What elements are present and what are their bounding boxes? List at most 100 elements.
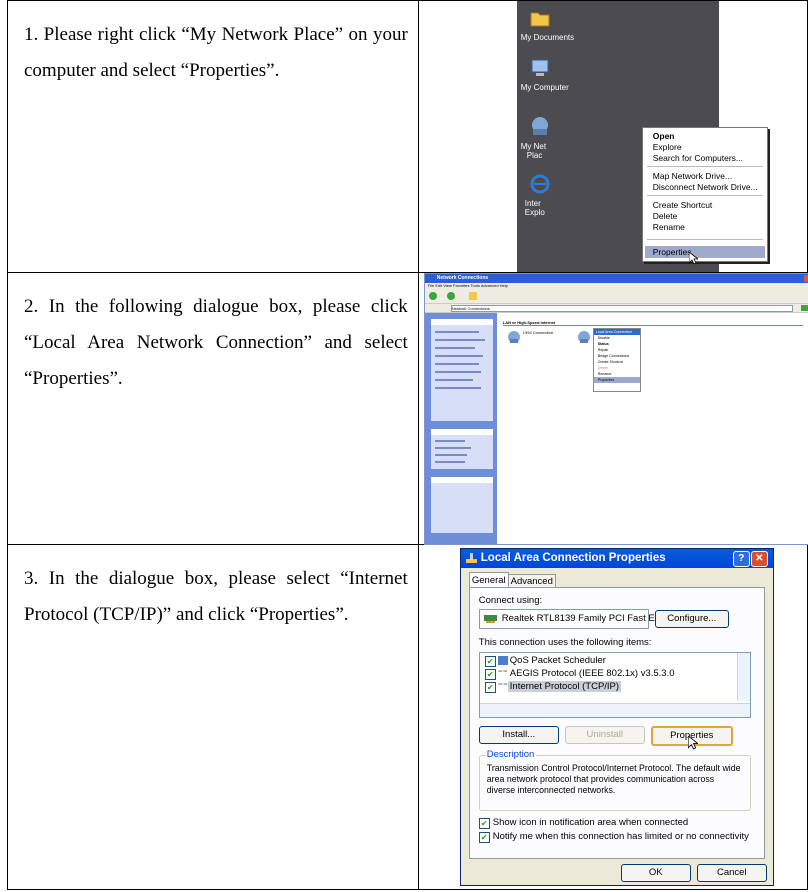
step-1-text: 1. Please right click “My Network Place”…: [24, 24, 408, 81]
qos-checkbox[interactable]: ✔: [484, 656, 496, 667]
place-link[interactable]: [434, 454, 467, 456]
show-icon-checkbox[interactable]: ✔: [478, 818, 490, 829]
show-icon-label: Show icon in notification area when conn…: [492, 817, 689, 828]
menu-separator: [646, 239, 763, 240]
configure-button[interactable]: Configure...: [654, 610, 729, 628]
network-connection-icon: [465, 553, 477, 563]
cancel-button[interactable]: Cancel: [696, 864, 767, 882]
vertical-scrollbar[interactable]: [736, 653, 750, 701]
tab-general[interactable]: General: [468, 572, 509, 588]
window-titlebar: Network Connections: [424, 274, 808, 283]
connection-icon[interactable]: [507, 330, 521, 344]
tcpip-item[interactable]: Internet Protocol (TCP/IP): [507, 681, 622, 692]
adapter-field: Realtek RTL8139 Family PCI Fast Eth: [478, 609, 663, 629]
step-1-screenshot: My Documents My Computer My Net Plac Int…: [417, 0, 808, 273]
task-link[interactable]: [434, 355, 483, 357]
network-connections-window: Network Connections File Edit View Favor…: [423, 273, 808, 545]
toolbar: [424, 289, 808, 304]
lan-connection-icon[interactable]: [577, 330, 591, 344]
tcpip-checkbox[interactable]: ✔: [484, 682, 496, 693]
help-icon[interactable]: ?: [732, 551, 750, 567]
ie-icon: [530, 174, 550, 194]
window-title: Network Connections: [436, 275, 489, 281]
menu-separator: [646, 166, 763, 167]
task-link[interactable]: [434, 347, 475, 349]
step-3-screenshot: Local Area Connection Properties ? ✕ Gen…: [417, 544, 808, 890]
menu-explore[interactable]: Explore: [653, 142, 682, 152]
computer-icon: [531, 59, 549, 76]
place-link[interactable]: [434, 447, 471, 449]
uninstall-button[interactable]: Uninstall: [564, 726, 645, 744]
description-text: Transmission Control Protocol/Internet P…: [486, 763, 741, 795]
menu-create-shortcut[interactable]: Create Shortcut: [653, 200, 713, 210]
task-link[interactable]: [434, 387, 481, 389]
desktop-area: My Documents My Computer My Net Plac Int…: [516, 1, 768, 272]
forward-icon[interactable]: [446, 292, 455, 300]
menu-search[interactable]: Search for Computers...: [653, 153, 743, 163]
desktop-label-network: My Net: [520, 142, 547, 151]
mouse-cursor-icon: [687, 736, 698, 750]
details-panel: [430, 483, 493, 533]
network-icon: [531, 117, 548, 135]
desktop-label-ie-2: Explo: [524, 208, 545, 217]
desktop-label-ie: Inter: [524, 199, 541, 208]
place-link[interactable]: [434, 461, 465, 463]
dialog-titlebar: Local Area Connection Properties ? ✕: [460, 549, 773, 568]
network-card-icon: [483, 615, 497, 623]
step-2-text: 2. In the following dialogue box, please…: [24, 296, 408, 389]
menu-rename[interactable]: Rename: [653, 222, 685, 232]
ok-button[interactable]: OK: [620, 864, 691, 882]
up-folder-icon[interactable]: [468, 292, 477, 300]
step-1-cell: 1. Please right click “My Network Place”…: [7, 0, 419, 273]
step-2-cell: 2. In the following dialogue box, please…: [7, 272, 419, 545]
horizontal-scrollbar[interactable]: [479, 703, 750, 717]
menu-properties[interactable]: Properties: [653, 247, 692, 257]
protocol-icon: ⁼⁼: [497, 668, 508, 679]
address-field[interactable]: Network Connections: [450, 305, 793, 312]
desktop-label-documents: My Documents: [520, 33, 575, 42]
lan-context-menu: Local Area Connection Disable Status Rep…: [592, 328, 641, 392]
ctx-properties[interactable]: Properties: [593, 377, 640, 383]
menu-separator: [646, 195, 763, 196]
close-icon[interactable]: ✕: [750, 551, 768, 567]
protocol-icon: ⁼⁼: [497, 681, 508, 692]
step-2-screenshot: Network Connections File Edit View Favor…: [417, 272, 808, 545]
instructions-table: 1. Please right click “My Network Place”…: [7, 0, 808, 890]
description-label: Description: [484, 749, 537, 760]
task-sidebar: Network Tasks Other Places: [424, 313, 497, 544]
go-icon[interactable]: [800, 305, 808, 311]
items-label: This connection uses the following items…: [478, 637, 652, 648]
context-menu: Open Explore Search for Computers... Map…: [641, 127, 768, 265]
components-list: ✔ QoS Packet Scheduler ✔ ⁼⁼ AEGIS Protoc…: [478, 652, 751, 718]
mouse-cursor-icon: [688, 252, 698, 265]
desktop-label-network-2: Plac: [526, 151, 543, 160]
menu-open[interactable]: Open: [653, 131, 675, 141]
notify-checkbox[interactable]: ✔: [478, 832, 490, 843]
menu-map-drive[interactable]: Map Network Drive...: [653, 171, 732, 181]
menu-bar-text: File Edit View Favorites Tools Advanced …: [427, 283, 508, 288]
task-link[interactable]: [434, 331, 479, 333]
menu-delete[interactable]: Delete: [653, 211, 678, 221]
task-link[interactable]: [434, 363, 479, 365]
qos-item[interactable]: QoS Packet Scheduler: [510, 655, 606, 666]
connect-using-label: Connect using:: [478, 595, 543, 606]
place-link[interactable]: [434, 440, 465, 442]
task-link[interactable]: [434, 379, 473, 381]
connection-1394-label[interactable]: 1394 Connection: [523, 330, 553, 335]
adapter-name: Realtek RTL8139 Family PCI Fast Eth: [501, 613, 663, 624]
aegis-item[interactable]: AEGIS Protocol (IEEE 802.1x) v3.5.3.0: [510, 668, 675, 679]
lan-properties-dialog: Local Area Connection Properties ? ✕ Gen…: [459, 548, 774, 886]
desktop-label-computer: My Computer: [520, 83, 569, 92]
aegis-checkbox[interactable]: ✔: [484, 669, 496, 680]
install-button[interactable]: Install...: [478, 726, 559, 744]
dialog-title: Local Area Connection Properties: [480, 552, 666, 564]
task-link[interactable]: [434, 339, 485, 341]
address-bar: Network Connections: [424, 304, 808, 313]
task-link[interactable]: [434, 371, 481, 373]
menu-disconnect-drive[interactable]: Disconnect Network Drive...: [653, 182, 758, 192]
step-3-text: 3. In the dialogue box, please select “I…: [24, 568, 408, 625]
close-icon[interactable]: [803, 275, 808, 282]
folder-icon: [530, 12, 550, 27]
back-icon[interactable]: [428, 292, 437, 300]
step-3-cell: 3. In the dialogue box, please select “I…: [7, 544, 419, 890]
